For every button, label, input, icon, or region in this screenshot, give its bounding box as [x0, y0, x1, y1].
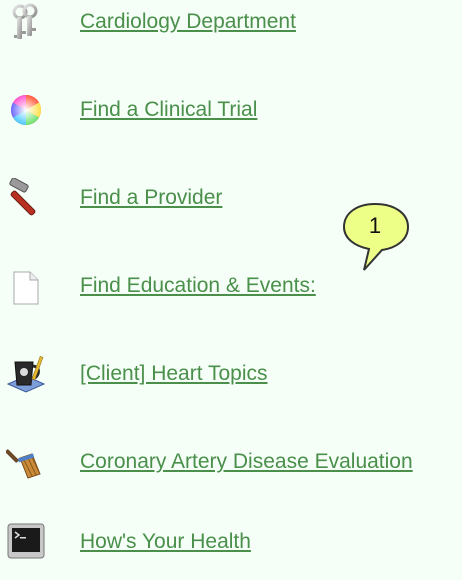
callout-bubble: 1 [340, 200, 416, 276]
link-cardiology-department[interactable]: Cardiology Department [80, 9, 296, 35]
link-find-clinical-trial[interactable]: Find a Clinical Trial [80, 97, 257, 123]
coffee-mug-pencil-icon [6, 354, 46, 394]
list-item-coronary-artery-disease-evaluation[interactable]: Coronary Artery Disease Evaluation [0, 440, 462, 500]
link-find-education-events[interactable]: Find Education & Events: [80, 273, 316, 299]
callout-number: 1 [368, 213, 382, 238]
terminal-icon [6, 522, 46, 562]
link-heart-topics[interactable]: [Client] Heart Topics [80, 361, 268, 387]
document-icon [6, 266, 46, 306]
list-item-hows-your-health[interactable]: How's Your Health [0, 520, 462, 580]
color-wheel-icon [6, 90, 46, 130]
broom-icon [6, 442, 46, 482]
list-item-heart-topics[interactable]: [Client] Heart Topics [0, 352, 462, 412]
link-find-provider[interactable]: Find a Provider [80, 185, 222, 211]
link-coronary-artery-disease-evaluation[interactable]: Coronary Artery Disease Evaluation [80, 449, 413, 475]
link-list: Cardiology Department Find a Clinical Tr… [0, 0, 462, 565]
list-item-cardiology-department[interactable]: Cardiology Department [0, 0, 462, 60]
hammer-icon [6, 178, 46, 218]
keys-icon [6, 2, 46, 42]
link-hows-your-health[interactable]: How's Your Health [80, 529, 251, 555]
list-item-find-clinical-trial[interactable]: Find a Clinical Trial [0, 88, 462, 148]
